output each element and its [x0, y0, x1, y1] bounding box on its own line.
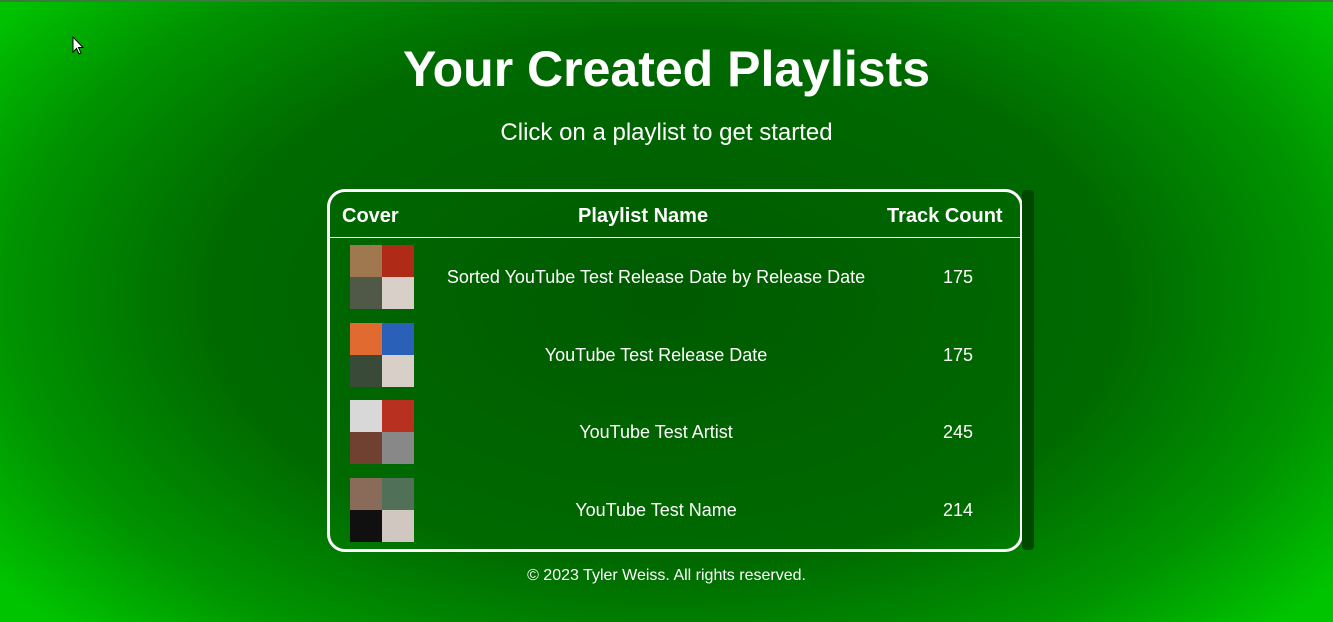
playlist-name[interactable]: YouTube Test Release Date — [430, 345, 882, 366]
playlists-table: Cover Playlist Name Track Count Sorted Y… — [327, 189, 1023, 552]
header-playlist-name: Playlist Name — [578, 205, 709, 227]
cover-tile — [382, 245, 414, 277]
track-count: 214 — [942, 499, 974, 520]
cover-tile — [350, 277, 382, 309]
cover-tile — [350, 354, 382, 387]
cover-tile — [382, 432, 414, 464]
track-count: 245 — [942, 422, 974, 442]
cover-tile — [350, 245, 382, 277]
cover-tile — [382, 354, 414, 387]
playlist-cover-image — [350, 322, 414, 387]
cover-tile — [350, 477, 382, 510]
cover-tile — [382, 509, 414, 542]
playlist-name[interactable]: YouTube Test Name — [430, 500, 882, 521]
cover-tile — [350, 509, 382, 542]
footer-copyright: © 2023 Tyler Weiss. All rights reserved. — [527, 567, 806, 584]
header-cover: Cover — [342, 205, 399, 227]
cover-tile — [382, 477, 414, 510]
table-scrollbar[interactable] — [1022, 190, 1034, 550]
cover-tile — [350, 432, 382, 464]
page-subtitle: Click on a playlist to get started — [500, 119, 833, 146]
playlist-cover-image — [350, 477, 414, 542]
playlist-row[interactable]: Sorted YouTube Test Release Date by Rele… — [330, 238, 1020, 316]
cover-tile — [382, 277, 414, 309]
table-header: Cover Playlist Name Track Count — [330, 192, 1020, 238]
playlist-row[interactable]: YouTube Test Release Date 175 — [330, 316, 1020, 394]
playlist-cover-image — [350, 400, 414, 464]
playlist-row[interactable]: YouTube Test Name 214 — [330, 471, 1020, 549]
track-count: 175 — [942, 344, 974, 365]
cover-tile — [382, 322, 414, 355]
playlist-cover-image — [350, 245, 414, 309]
track-count: 175 — [942, 267, 974, 287]
cover-tile — [382, 400, 414, 432]
playlist-name[interactable]: Sorted YouTube Test Release Date by Rele… — [430, 267, 882, 288]
header-track-count: Track Count — [887, 205, 1003, 227]
cover-tile — [350, 322, 382, 355]
page-title: Your Created Playlists — [402, 41, 931, 97]
playlist-row[interactable]: YouTube Test Artist 245 — [330, 393, 1020, 471]
playlist-name[interactable]: YouTube Test Artist — [430, 422, 882, 443]
cover-tile — [350, 400, 382, 432]
